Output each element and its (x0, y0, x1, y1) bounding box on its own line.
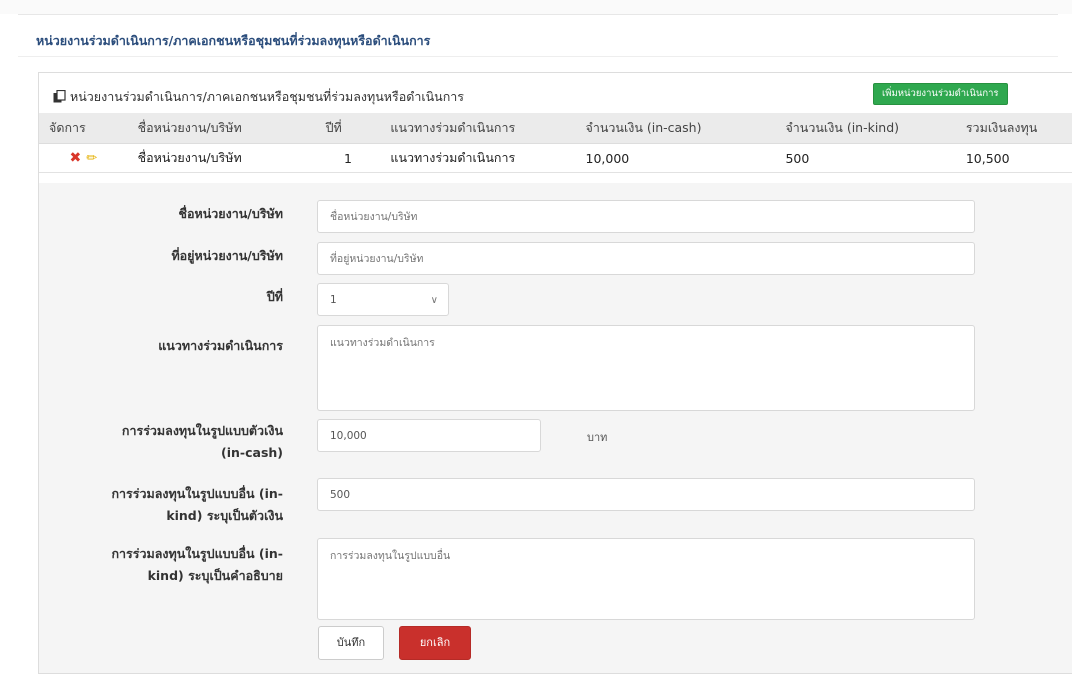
top-band (0, 0, 1072, 14)
name-label: ชื่อหน่วยงาน/บริษัท (178, 206, 283, 221)
column-header: จำนวนเงิน (in-kind) (775, 113, 956, 144)
cash-label-line-1: การร่วมลงทุนในรูปแบบตัวเงิน (121, 423, 283, 438)
year-select[interactable]: 1 ∨ (317, 283, 449, 316)
column-header: จำนวนเงิน (in-cash) (575, 113, 776, 144)
kind-desc-label-line-2: kind) ระบุเป็นคำอธิบาย (147, 568, 283, 583)
table-header-row: จัดการ ชื่อหน่วยงาน/บริษัท ปีที่ แนวทางร… (39, 113, 1072, 144)
column-header: ชื่อหน่วยงาน/บริษัท (127, 113, 316, 144)
name-input[interactable] (317, 200, 975, 233)
approach-label: แนวทางร่วมดำเนินการ (158, 338, 283, 353)
column-header: รวมเงินลงทุน (955, 113, 1072, 144)
kind-desc-label-line-1: การร่วมลงทุนในรูปแบบอื่น (in- (111, 546, 283, 561)
cancel-button[interactable]: ยกเลิก (399, 626, 471, 660)
cell-in-cash: 10,000 (575, 143, 776, 173)
chevron-down-icon: ∨ (430, 295, 438, 306)
partners-table: จัดการ ชื่อหน่วยงาน/บริษัท ปีที่ แนวทางร… (39, 113, 1072, 173)
kind-desc-textarea[interactable] (317, 538, 975, 620)
edit-icon[interactable]: ✏ (86, 151, 97, 166)
kind-desc-label: การร่วมลงทุนในรูปแบบอื่น (in- kind) ระบุ… (39, 543, 283, 587)
add-partner-button[interactable]: เพิ่มหน่วยงานร่วมดำเนินการ (873, 83, 1008, 105)
panel-title-text: หน่วยงานร่วมดำเนินการ/ภาคเอกชนหรือชุมชนท… (70, 89, 465, 104)
row-actions: ✖ ✏ (39, 143, 128, 173)
cell-name: ชื่อหน่วยงาน/บริษัท (127, 143, 316, 173)
save-button[interactable]: บันทึก (318, 626, 384, 660)
cash-unit-label: บาท (587, 431, 608, 444)
cell-approach: แนวทางร่วมดำเนินการ (380, 143, 576, 173)
cell-year: 1 (315, 143, 381, 173)
address-label: ที่อยู่หน่วยงาน/บริษัท (171, 248, 283, 263)
approach-textarea[interactable] (317, 325, 975, 411)
cell-in-kind: 500 (775, 143, 956, 173)
page-title: หน่วยงานร่วมดำเนินการ/ภาคเอกชนหรือชุมชนท… (36, 33, 431, 48)
cash-input[interactable] (317, 419, 541, 452)
cash-label-line-2: (in-cash) (221, 445, 283, 460)
divider (18, 14, 1058, 15)
panel-title: หน่วยงานร่วมดำเนินการ/ภาคเอกชนหรือชุมชนท… (53, 87, 464, 107)
cell-total: 10,500 (955, 143, 1072, 173)
panel-header: หน่วยงานร่วมดำเนินการ/ภาคเอกชนหรือชุมชนท… (39, 73, 1072, 111)
address-input[interactable] (317, 242, 975, 275)
year-select-value: 1 (330, 294, 337, 306)
edit-form: ชื่อหน่วยงาน/บริษัท ที่อยู่หน่วยงาน/บริษ… (39, 183, 1072, 673)
page: หน่วยงานร่วมดำเนินการ/ภาคเอกชนหรือชุมชนท… (0, 0, 1072, 674)
kind-money-label: การร่วมลงทุนในรูปแบบอื่น (in- kind) ระบุ… (39, 483, 283, 527)
partners-panel: หน่วยงานร่วมดำเนินการ/ภาคเอกชนหรือชุมชนท… (38, 72, 1072, 674)
cash-label: การร่วมลงทุนในรูปแบบตัวเงิน (in-cash) (39, 420, 283, 464)
kind-money-input[interactable] (317, 478, 975, 511)
column-header: แนวทางร่วมดำเนินการ (380, 113, 576, 144)
divider (18, 56, 1058, 57)
table-row: ✖ ✏ ชื่อหน่วยงาน/บริษัท 1 แนวทางร่วมดำเนิ… (39, 143, 1072, 173)
year-label: ปีที่ (266, 289, 283, 304)
kind-money-label-line-2: kind) ระบุเป็นตัวเงิน (166, 508, 283, 523)
copy-icon (53, 89, 66, 103)
kind-money-label-line-1: การร่วมลงทุนในรูปแบบอื่น (in- (111, 486, 283, 501)
delete-icon[interactable]: ✖ (69, 150, 81, 166)
column-header: ปีที่ (315, 113, 381, 144)
column-header: จัดการ (39, 113, 128, 144)
